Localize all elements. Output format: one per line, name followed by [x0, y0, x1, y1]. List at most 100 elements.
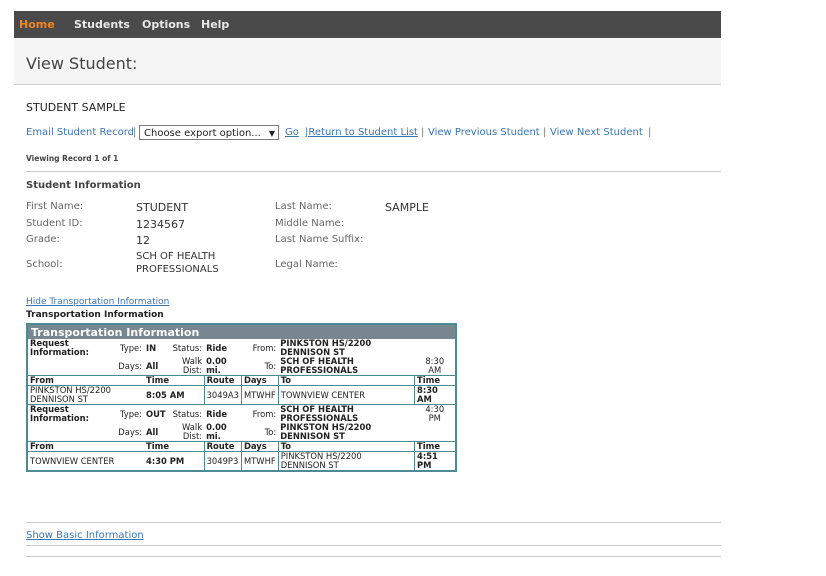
request-row: Request Information: Type: IN Status: Rid… [27, 339, 456, 357]
row-route: 3049A3 [203, 385, 242, 405]
row-to: TOWNVIEW CENTER [277, 385, 415, 405]
separator: | [648, 127, 652, 138]
empty-cell [27, 357, 114, 376]
empty-cell [415, 423, 456, 442]
row-time2: 8:30 AM [414, 385, 456, 405]
to-value: SCH OF HEALTH PROFESSIONALS [280, 356, 359, 375]
from-value: SCH OF HEALTH PROFESSIONALS [280, 404, 359, 423]
days-value: All [146, 360, 159, 371]
table-row: PINKSTON HS/2200 DENNISON ST 8:05 AM 3049… [27, 385, 456, 405]
grade-label: Grade: [26, 234, 60, 245]
last-name-label: Last Name: [275, 201, 332, 212]
arrival-time: 8:30 AM [425, 356, 445, 375]
top-nav-bar: Home Students Options Help [14, 11, 721, 38]
days-label: Days: [118, 426, 143, 437]
type-value: OUT [146, 408, 166, 419]
from-label: From: [252, 408, 277, 419]
from-label: From: [252, 342, 277, 353]
hide-transportation-link[interactable]: Hide Transportation Information [26, 297, 169, 307]
column-header-row: From Time Route Days To Time [27, 441, 456, 452]
divider [26, 556, 721, 557]
to-label: To: [264, 426, 277, 437]
col-to: To [277, 441, 415, 452]
walk-dist-label: Walk Dist: [182, 422, 203, 441]
status-value: Ride [206, 342, 228, 353]
row-days: MTWHF [240, 451, 279, 471]
last-name-suffix-label: Last Name Suffix: [275, 234, 364, 245]
school-label: School: [26, 259, 63, 270]
view-next-student-link[interactable]: View Next Student [550, 127, 643, 138]
view-previous-student-link[interactable]: View Previous Student [428, 127, 540, 138]
row-days: MTWHF [240, 385, 279, 405]
from-value: PINKSTON HS/2200 DENNISON ST [280, 338, 372, 357]
show-basic-information-link[interactable]: Show Basic Information [26, 530, 144, 541]
nav-help[interactable]: Help [201, 18, 229, 31]
col-time2: Time [414, 375, 456, 386]
row-to: PINKSTON HS/2200 DENNISON ST [277, 451, 415, 471]
divider [26, 545, 721, 546]
empty-cell [415, 339, 456, 357]
column-header-row: From Time Route Days To Time [27, 375, 456, 386]
col-time: Time [144, 441, 205, 452]
row-from: PINKSTON HS/2200 DENNISON ST [30, 385, 111, 404]
row-route: 3049P3 [203, 451, 242, 471]
table-header-row: Transportation Information [27, 324, 456, 339]
first-name-value: STUDENT [136, 201, 189, 214]
go-link[interactable]: Go [285, 127, 299, 138]
col-time2: Time [414, 441, 456, 452]
type-value: IN [146, 342, 157, 353]
col-route: Route [203, 375, 242, 386]
divider [26, 522, 721, 523]
table-title: Transportation Information [27, 324, 456, 339]
separator: | [133, 127, 137, 138]
request-label: Request Information: [30, 338, 89, 357]
export-select[interactable]: Choose export option... ▼ [139, 125, 279, 140]
transportation-table: Transportation Information Request Inform… [26, 323, 457, 472]
col-to: To [277, 375, 415, 386]
nav-home[interactable]: Home [19, 18, 55, 31]
student-name: STUDENT SAMPLE [26, 101, 126, 114]
col-from: From [27, 441, 145, 452]
row-from: TOWNVIEW CENTER [30, 455, 115, 466]
student-info-heading: Student Information [26, 180, 141, 191]
legal-name-label: Legal Name: [275, 259, 338, 270]
type-label: Type: [119, 408, 143, 419]
export-select-value: Choose export option... [144, 128, 261, 139]
walk-dist-value: 0.00 mi. [206, 356, 227, 375]
school-value-line1: SCH OF HEALTH [136, 251, 216, 262]
return-to-student-list-link[interactable]: |Return to Student List [305, 127, 418, 138]
row-time: 8:05 AM [146, 389, 185, 400]
page-title: View Student: [26, 54, 138, 73]
col-route: Route [203, 441, 242, 452]
col-time: Time [144, 375, 205, 386]
row-time2: 4:51 PM [414, 451, 456, 471]
table-row: TOWNVIEW CENTER 4:30 PM 3049P3 MTWHF PIN… [27, 451, 456, 471]
status-value: Ride [206, 408, 228, 419]
first-name-label: First Name: [26, 201, 84, 212]
last-name-value: SAMPLE [385, 201, 429, 214]
nav-students[interactable]: Students [74, 18, 130, 31]
nav-options[interactable]: Options [142, 18, 190, 31]
row-time: 4:30 PM [146, 455, 185, 466]
col-days: Days [240, 441, 279, 452]
to-value: PINKSTON HS/2200 DENNISON ST [280, 422, 372, 441]
walk-dist-label: Walk Dist: [182, 356, 203, 375]
request-label: Request Information: [30, 404, 89, 423]
to-label: To: [264, 360, 277, 371]
days-label: Days: [118, 360, 143, 371]
request-row: Days: All Walk Dist: 0.00 mi. To: PINKSTON… [27, 423, 456, 442]
middle-name-label: Middle Name: [275, 218, 345, 229]
separator: | [421, 127, 425, 138]
departure-time: 4:30 PM [425, 404, 445, 423]
col-days: Days [240, 375, 279, 386]
record-counter: Viewing Record 1 of 1 [26, 154, 119, 163]
divider [26, 171, 721, 172]
walk-dist-value: 0.00 mi. [206, 422, 227, 441]
type-label: Type: [119, 342, 143, 353]
transportation-heading: Transportation Information [26, 310, 164, 320]
student-id-label: Student ID: [26, 218, 83, 229]
request-row: Request Information: Type: OUT Status: Ri… [27, 404, 456, 424]
separator: | [543, 127, 547, 138]
email-student-record-link[interactable]: Email Student Record [26, 127, 134, 138]
col-from: From [27, 375, 145, 386]
